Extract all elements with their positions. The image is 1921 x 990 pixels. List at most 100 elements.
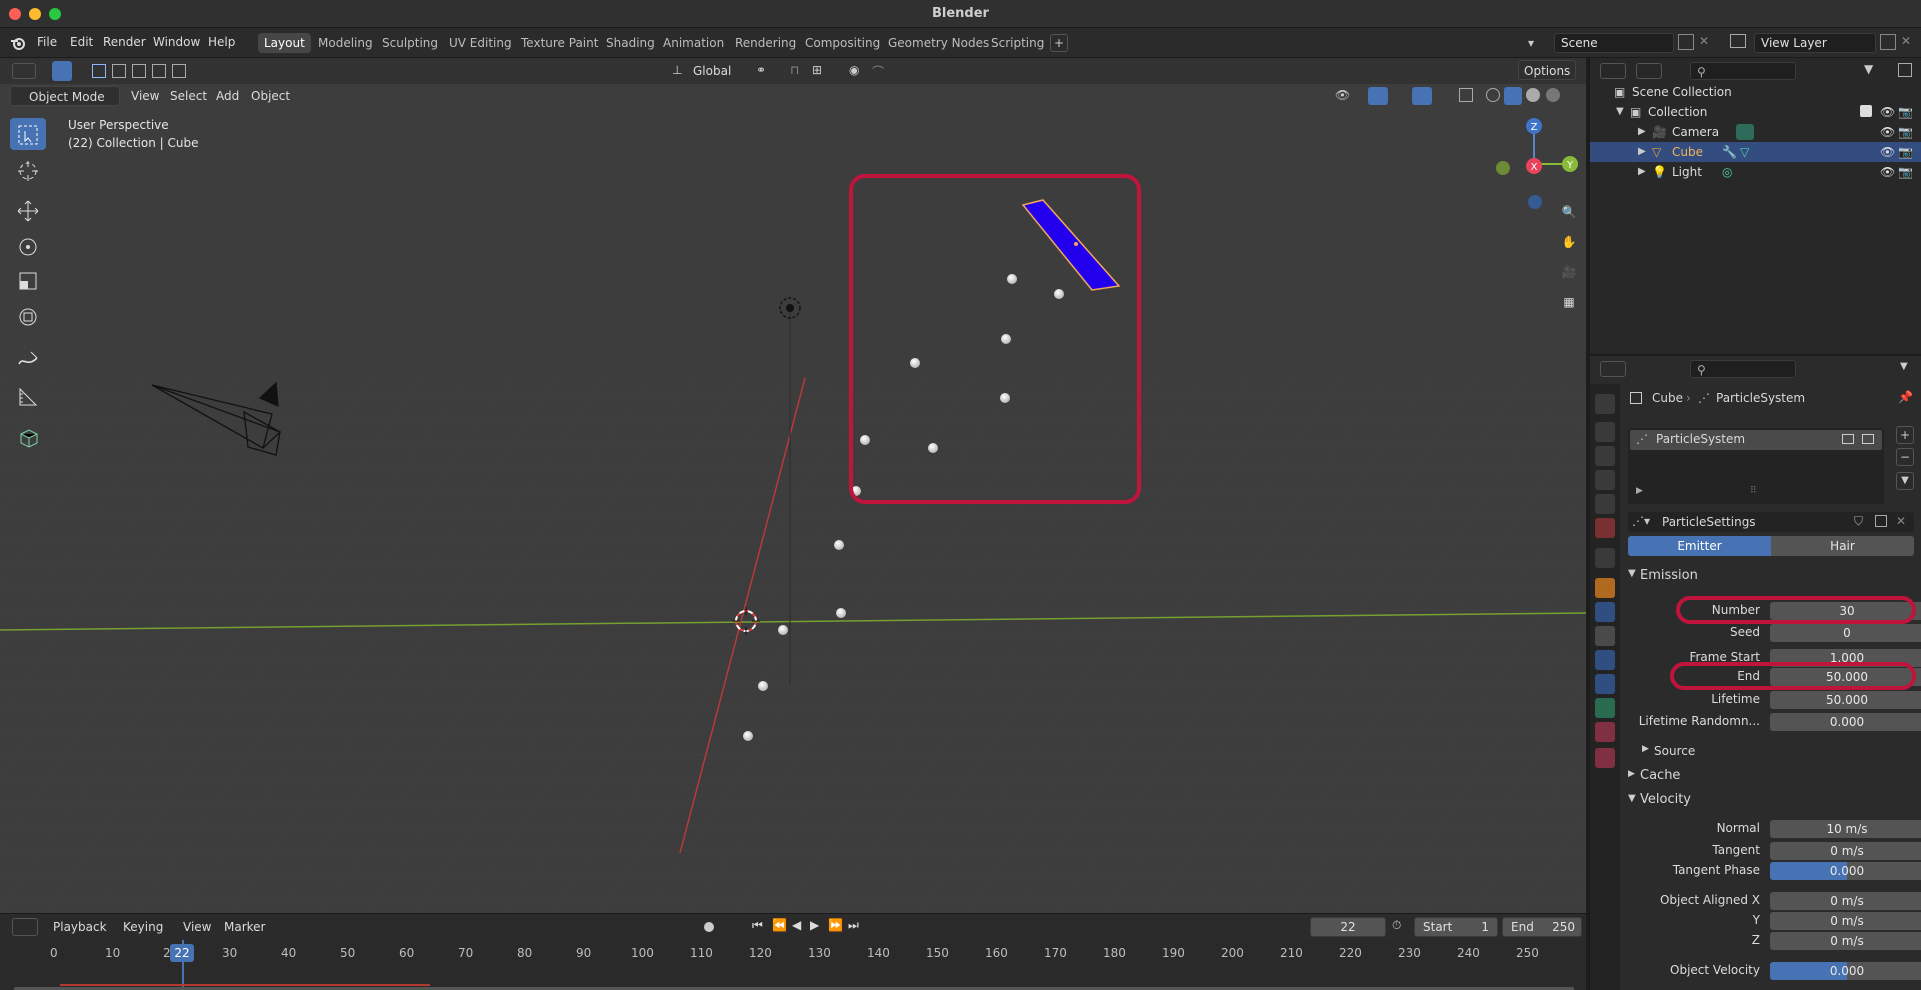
jump-start-icon[interactable]: ⏮ (752, 918, 763, 933)
particle-settings-datablock[interactable]: ⋰▾ ParticleSettings ⛉ ✕ (1628, 512, 1914, 532)
camera-data-icon[interactable] (1736, 124, 1754, 140)
visibility-icon[interactable]: 👁 (1335, 88, 1350, 102)
properties-editor[interactable]: ⚲ ▼ Cube › ⋰ ParticleSystem 📌 ⋰ Particle… (1589, 356, 1921, 990)
new-collection-icon[interactable] (1898, 63, 1912, 77)
stopwatch-icon[interactable]: ⏱ (1392, 918, 1401, 933)
timeline-ruler[interactable]: 0 10 2 30 40 50 60 70 80 90 100 110 120 … (0, 940, 1586, 990)
visibility-eye-icon[interactable]: 👁 (1880, 102, 1895, 122)
outliner-item-camera[interactable]: ▶ 🎥 Camera 👁 📷 (1590, 122, 1921, 142)
play-reverse-icon[interactable]: ◀ (792, 918, 801, 932)
outliner-item-cube[interactable]: ▶ ▽ Cube 🔧 ▽ 👁 📷 (1590, 142, 1921, 162)
tab-scripting[interactable]: Scripting (985, 33, 1050, 53)
view-layer-field[interactable]: View Layer (1754, 33, 1876, 53)
visibility-eye-icon[interactable]: 👁 (1880, 162, 1895, 182)
transform-tool[interactable] (10, 300, 46, 332)
cache-panel-header[interactable]: ▶ Cache (1620, 766, 1921, 786)
select-mode-subtract-icon[interactable] (132, 64, 146, 78)
proportional-edit-icon[interactable]: ◉ (849, 63, 859, 77)
render-camera-icon[interactable]: 📷 (1898, 102, 1913, 122)
scene-icon[interactable]: ▾ (1528, 36, 1534, 50)
overlays-toggle-icon[interactable] (1412, 87, 1432, 105)
modifier-wrench-icon[interactable]: 🔧 (1722, 142, 1737, 162)
constraints-tab-icon[interactable] (1595, 674, 1615, 694)
select-mode-intersect-icon[interactable] (172, 64, 186, 78)
playhead-badge[interactable]: 22 (170, 944, 194, 962)
seed-field[interactable]: 0 (1770, 624, 1921, 642)
gizmo-toggle-icon[interactable] (1368, 87, 1388, 105)
tab-sculpting[interactable]: Sculpting (376, 33, 444, 53)
select-box-tool[interactable] (10, 118, 46, 150)
exclude-checkbox-icon[interactable] (1860, 105, 1872, 117)
pin-icon[interactable]: 📌 (1898, 390, 1913, 404)
render-camera-icon[interactable]: 📷 (1898, 122, 1913, 142)
outliner-item-light[interactable]: ▶ 💡 Light ◎ 👁 📷 (1590, 162, 1921, 182)
visibility-eye-icon[interactable]: 👁 (1880, 142, 1895, 162)
object-velocity-slider[interactable]: 0.000 (1770, 962, 1921, 980)
object-aligned-y-field[interactable]: 0 m/s (1770, 912, 1921, 930)
list-expand-arrow-icon[interactable]: ▶ (1636, 486, 1643, 496)
list-resize-handle-icon[interactable]: ⠿ (1750, 486, 1757, 496)
play-icon[interactable]: ▶ (810, 918, 819, 932)
viewport-menu-object[interactable]: Object (246, 86, 295, 106)
duplicate-settings-icon[interactable] (1875, 515, 1887, 527)
unlink-settings-icon[interactable]: ✕ (1896, 514, 1906, 528)
tab-geometry-nodes[interactable]: Geometry Nodes (882, 33, 995, 53)
rotate-tool[interactable] (10, 230, 46, 262)
tab-uv-editing[interactable]: UV Editing (443, 33, 518, 53)
mesh-data-icon[interactable]: ▽ (1740, 142, 1749, 162)
expand-arrow-icon[interactable]: ▶ (1638, 142, 1646, 162)
jump-keyframe-back-icon[interactable]: ⏪ (772, 918, 787, 932)
outliner-scene-collection[interactable]: ▣ Scene Collection (1590, 82, 1921, 102)
snap-target-icon[interactable]: ⊞ (812, 63, 822, 77)
timeline-menu-keying[interactable]: Keying (118, 917, 168, 937)
3d-viewport[interactable]: ⊥ Global ⚭ ⊓ ⊞ ◉ ⌒ Options Object Mode V… (0, 58, 1586, 913)
collection-tab-icon[interactable] (1595, 548, 1615, 568)
scene-remove-icon[interactable]: ✕ (1699, 34, 1709, 48)
ortho-grid-icon[interactable]: ▦ (1555, 288, 1583, 316)
snap-icon[interactable]: ⊓ (790, 63, 799, 77)
select-mode-extend-icon[interactable] (112, 64, 126, 78)
properties-options-icon[interactable]: ▼ (1900, 361, 1908, 372)
render-camera-icon[interactable]: 📷 (1898, 162, 1913, 182)
properties-editor-type-icon[interactable] (1600, 361, 1626, 377)
timeline-editor[interactable]: Playback Keying View Marker ⏮ ⏪ ◀ ▶ ⏩ ⏭ … (0, 913, 1586, 990)
render-camera-icon[interactable]: 📷 (1898, 142, 1913, 162)
jump-end-icon[interactable]: ⏭ (848, 918, 859, 933)
view-layer-copy-icon[interactable] (1880, 34, 1896, 50)
select-tool-icon[interactable] (52, 61, 72, 81)
viewport-menu-select[interactable]: Select (165, 86, 212, 106)
viewport-menu-add[interactable]: Add (211, 86, 244, 106)
tab-texture-paint[interactable]: Texture Paint (515, 33, 604, 53)
pivot-point-icon[interactable]: ⚭ (756, 63, 766, 77)
scene-name-field[interactable]: Scene (1554, 33, 1674, 53)
expand-arrow-icon[interactable]: ▶ (1638, 162, 1646, 182)
jump-keyframe-forward-icon[interactable]: ⏩ (828, 918, 843, 932)
cursor-tool[interactable] (10, 154, 46, 186)
lifetime-random-field[interactable]: 0.000 (1770, 713, 1921, 731)
show-render-icon[interactable] (1862, 434, 1874, 444)
menu-edit[interactable]: Edit (70, 35, 93, 49)
view-layer-icon[interactable] (1730, 34, 1746, 48)
display-mode-icon[interactable] (1636, 63, 1662, 79)
particle-settings-name[interactable]: ParticleSettings (1662, 515, 1756, 529)
settings-browse-icon[interactable]: ⋰▾ (1632, 514, 1650, 528)
start-frame-field[interactable]: Start 1 (1414, 917, 1498, 937)
scene-tab-icon[interactable] (1595, 494, 1615, 514)
select-mode-difference-icon[interactable] (152, 64, 166, 78)
collapse-arrow-icon[interactable]: ▼ (1616, 102, 1624, 122)
menu-help[interactable]: Help (208, 35, 235, 49)
add-particle-system-icon[interactable]: + (1896, 426, 1914, 444)
render-tab-icon[interactable] (1595, 422, 1615, 442)
view-layer-tab-icon[interactable] (1595, 470, 1615, 490)
remove-particle-system-icon[interactable]: − (1896, 448, 1914, 466)
pan-hand-icon[interactable]: ✋ (1555, 228, 1583, 256)
output-tab-icon[interactable] (1595, 446, 1615, 466)
menu-window[interactable]: Window (153, 35, 200, 49)
emission-panel-header[interactable]: ▼ Emission (1620, 566, 1921, 586)
annotate-tool[interactable] (10, 342, 46, 374)
physics-tab-icon[interactable] (1595, 650, 1615, 670)
end-frame-field[interactable]: End 250 (1502, 917, 1582, 937)
type-emitter-button[interactable]: Emitter (1628, 536, 1771, 556)
shading-solid-icon[interactable] (1504, 87, 1522, 105)
object-tab-icon[interactable] (1595, 578, 1615, 598)
